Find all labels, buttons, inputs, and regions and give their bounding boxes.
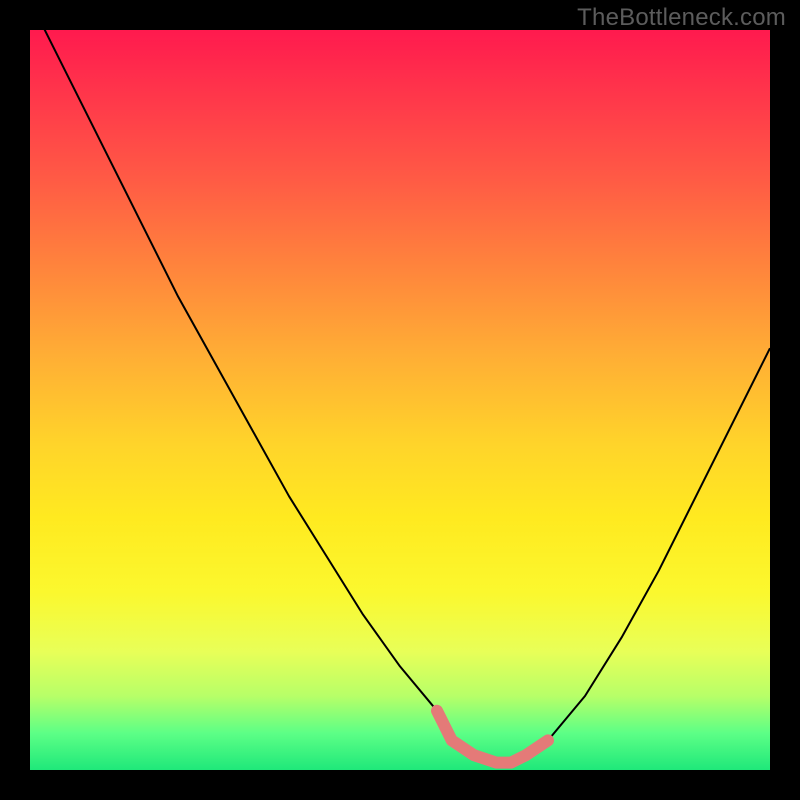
basin-highlight xyxy=(437,711,548,763)
curve-layer xyxy=(0,0,800,800)
watermark-label: TheBottleneck.com xyxy=(577,4,786,32)
bottleneck-curve xyxy=(30,0,770,762)
chart-frame: TheBottleneck.com xyxy=(0,0,800,800)
